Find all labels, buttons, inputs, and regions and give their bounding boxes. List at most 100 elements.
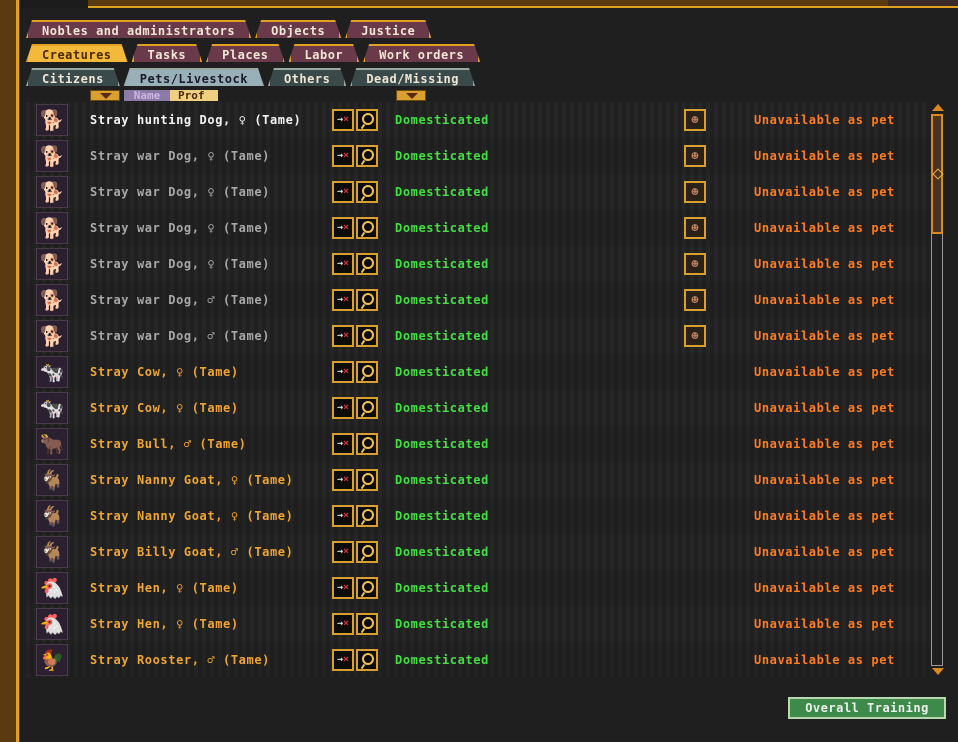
zoom-to-creature-icon[interactable]	[356, 469, 378, 491]
tab-work-orders[interactable]: Work orders	[363, 44, 480, 62]
zoom-to-creature-icon[interactable]	[356, 505, 378, 527]
assign-zone-button[interactable]: →×	[332, 217, 354, 239]
assign-zone-button[interactable]: →×	[332, 469, 354, 491]
pet-availability[interactable]: Unavailable as pet	[754, 390, 895, 426]
creature-name[interactable]: Stray war Dog, ♀ (Tame)	[90, 138, 270, 174]
owner-portrait-icon[interactable]: ☻	[684, 253, 706, 275]
creature-row[interactable]: 🐄 Stray Cow, ♀ (Tame) →× Domesticated Unavai…	[26, 354, 930, 390]
creature-name[interactable]: Stray war Dog, ♀ (Tame)	[90, 246, 270, 282]
creature-row[interactable]: 🐔 Stray Hen, ♀ (Tame) →× Domesticated Unavai…	[26, 570, 930, 606]
zoom-to-creature-icon[interactable]	[356, 181, 378, 203]
pet-availability[interactable]: Unavailable as pet	[754, 354, 895, 390]
zoom-to-creature-icon[interactable]	[356, 541, 378, 563]
owner-portrait-icon[interactable]: ☻	[684, 289, 706, 311]
assign-zone-button[interactable]: →×	[332, 397, 354, 419]
tab-labor[interactable]: Labor	[289, 44, 360, 62]
assign-zone-button[interactable]: →×	[332, 541, 354, 563]
sort-by-prof-button[interactable]: Prof	[170, 90, 218, 101]
assign-zone-button[interactable]: →×	[332, 109, 354, 131]
tab-objects[interactable]: Objects	[255, 20, 341, 38]
pet-availability[interactable]: Unavailable as pet	[754, 462, 895, 498]
tab-places[interactable]: Places	[206, 44, 284, 62]
creature-row[interactable]: 🐕 Stray war Dog, ♀ (Tame) →× Domesticated ☻ U…	[26, 210, 930, 246]
zoom-to-creature-icon[interactable]	[356, 325, 378, 347]
sort-dropdown-icon[interactable]	[90, 90, 120, 101]
creature-row[interactable]: 🐄 Stray Cow, ♀ (Tame) →× Domesticated Unavai…	[26, 390, 930, 426]
pet-availability[interactable]: Unavailable as pet	[754, 246, 895, 282]
pet-availability[interactable]: Unavailable as pet	[754, 210, 895, 246]
tab-others[interactable]: Others	[268, 68, 346, 86]
zoom-to-creature-icon[interactable]	[356, 109, 378, 131]
creature-row[interactable]: 🐕 Stray war Dog, ♀ (Tame) →× Domesticated ☻ U…	[26, 174, 930, 210]
zoom-to-creature-icon[interactable]	[356, 649, 378, 671]
assign-zone-button[interactable]: →×	[332, 649, 354, 671]
zoom-to-creature-icon[interactable]	[356, 253, 378, 275]
creature-name[interactable]: Stray Cow, ♀ (Tame)	[90, 354, 239, 390]
zoom-to-creature-icon[interactable]	[356, 577, 378, 599]
creature-row[interactable]: 🐕 Stray war Dog, ♂ (Tame) →× Domesticated ☻ U…	[26, 318, 930, 354]
pet-availability[interactable]: Unavailable as pet	[754, 498, 895, 534]
status-sort-dropdown-icon[interactable]	[396, 90, 426, 101]
tab-dead-missing[interactable]: Dead/Missing	[350, 68, 475, 86]
creature-name[interactable]: Stray Bull, ♂ (Tame)	[90, 426, 247, 462]
zoom-to-creature-icon[interactable]	[356, 433, 378, 455]
creature-name[interactable]: Stray Hen, ♀ (Tame)	[90, 570, 239, 606]
list-scrollbar[interactable]	[930, 104, 946, 676]
tab-nobles-and-administrators[interactable]: Nobles and administrators	[26, 20, 251, 38]
assign-zone-button[interactable]: →×	[332, 505, 354, 527]
creature-name[interactable]: Stray Rooster, ♂ (Tame)	[90, 642, 270, 678]
creature-row[interactable]: 🐕 Stray hunting Dog, ♀ (Tame) →× Domesticat…	[26, 102, 930, 138]
creature-name[interactable]: Stray war Dog, ♂ (Tame)	[90, 318, 270, 354]
creature-name[interactable]: Stray Nanny Goat, ♀ (Tame)	[90, 498, 293, 534]
pet-availability[interactable]: Unavailable as pet	[754, 534, 895, 570]
pet-availability[interactable]: Unavailable as pet	[754, 318, 895, 354]
scroll-thumb[interactable]	[931, 114, 943, 234]
owner-portrait-icon[interactable]: ☻	[684, 325, 706, 347]
tab-creatures[interactable]: Creatures	[26, 44, 128, 62]
assign-zone-button[interactable]: →×	[332, 289, 354, 311]
assign-zone-button[interactable]: →×	[332, 181, 354, 203]
creature-name[interactable]: Stray war Dog, ♀ (Tame)	[90, 210, 270, 246]
owner-portrait-icon[interactable]: ☻	[684, 109, 706, 131]
tab-pets-livestock[interactable]: Pets/Livestock	[124, 68, 264, 86]
pet-availability[interactable]: Unavailable as pet	[754, 282, 895, 318]
creature-name[interactable]: Stray Nanny Goat, ♀ (Tame)	[90, 462, 293, 498]
zoom-to-creature-icon[interactable]	[356, 361, 378, 383]
assign-zone-button[interactable]: →×	[332, 325, 354, 347]
assign-zone-button[interactable]: →×	[332, 577, 354, 599]
creature-row[interactable]: 🐔 Stray Hen, ♀ (Tame) →× Domesticated Unavai…	[26, 606, 930, 642]
creature-row[interactable]: 🐓 Stray Rooster, ♂ (Tame) →× Domesticated Un…	[26, 642, 930, 678]
tab-justice[interactable]: Justice	[345, 20, 431, 38]
creature-name[interactable]: Stray Billy Goat, ♂ (Tame)	[90, 534, 293, 570]
assign-zone-button[interactable]: →×	[332, 433, 354, 455]
pet-availability[interactable]: Unavailable as pet	[754, 606, 895, 642]
zoom-to-creature-icon[interactable]	[356, 145, 378, 167]
zoom-to-creature-icon[interactable]	[356, 217, 378, 239]
creature-row[interactable]: 🐕 Stray war Dog, ♀ (Tame) →× Domesticated ☻ U…	[26, 246, 930, 282]
creature-row[interactable]: 🐕 Stray war Dog, ♀ (Tame) →× Domesticated ☻ U…	[26, 138, 930, 174]
creature-row[interactable]: 🐐 Stray Nanny Goat, ♀ (Tame) →× Domesticate…	[26, 462, 930, 498]
creature-name[interactable]: Stray Cow, ♀ (Tame)	[90, 390, 239, 426]
pet-availability[interactable]: Unavailable as pet	[754, 642, 895, 678]
creature-row[interactable]: 🐐 Stray Nanny Goat, ♀ (Tame) →× Domesticate…	[26, 498, 930, 534]
pet-availability[interactable]: Unavailable as pet	[754, 570, 895, 606]
assign-zone-button[interactable]: →×	[332, 613, 354, 635]
zoom-to-creature-icon[interactable]	[356, 613, 378, 635]
assign-zone-button[interactable]: →×	[332, 361, 354, 383]
pet-availability[interactable]: Unavailable as pet	[754, 138, 895, 174]
pet-availability[interactable]: Unavailable as pet	[754, 102, 895, 138]
zoom-to-creature-icon[interactable]	[356, 289, 378, 311]
zoom-to-creature-icon[interactable]	[356, 397, 378, 419]
sort-by-name-button[interactable]: Name	[124, 90, 170, 101]
creature-name[interactable]: Stray war Dog, ♀ (Tame)	[90, 174, 270, 210]
owner-portrait-icon[interactable]: ☻	[684, 181, 706, 203]
creature-row[interactable]: 🐂 Stray Bull, ♂ (Tame) →× Domesticated Unava…	[26, 426, 930, 462]
owner-portrait-icon[interactable]: ☻	[684, 145, 706, 167]
tab-citizens[interactable]: Citizens	[26, 68, 120, 86]
creature-row[interactable]: 🐕 Stray war Dog, ♂ (Tame) →× Domesticated ☻ U…	[26, 282, 930, 318]
assign-zone-button[interactable]: →×	[332, 253, 354, 275]
tab-tasks[interactable]: Tasks	[132, 44, 203, 62]
owner-portrait-icon[interactable]: ☻	[684, 217, 706, 239]
overall-training-button[interactable]: Overall Training	[788, 697, 946, 719]
scroll-up-icon[interactable]	[932, 104, 944, 112]
